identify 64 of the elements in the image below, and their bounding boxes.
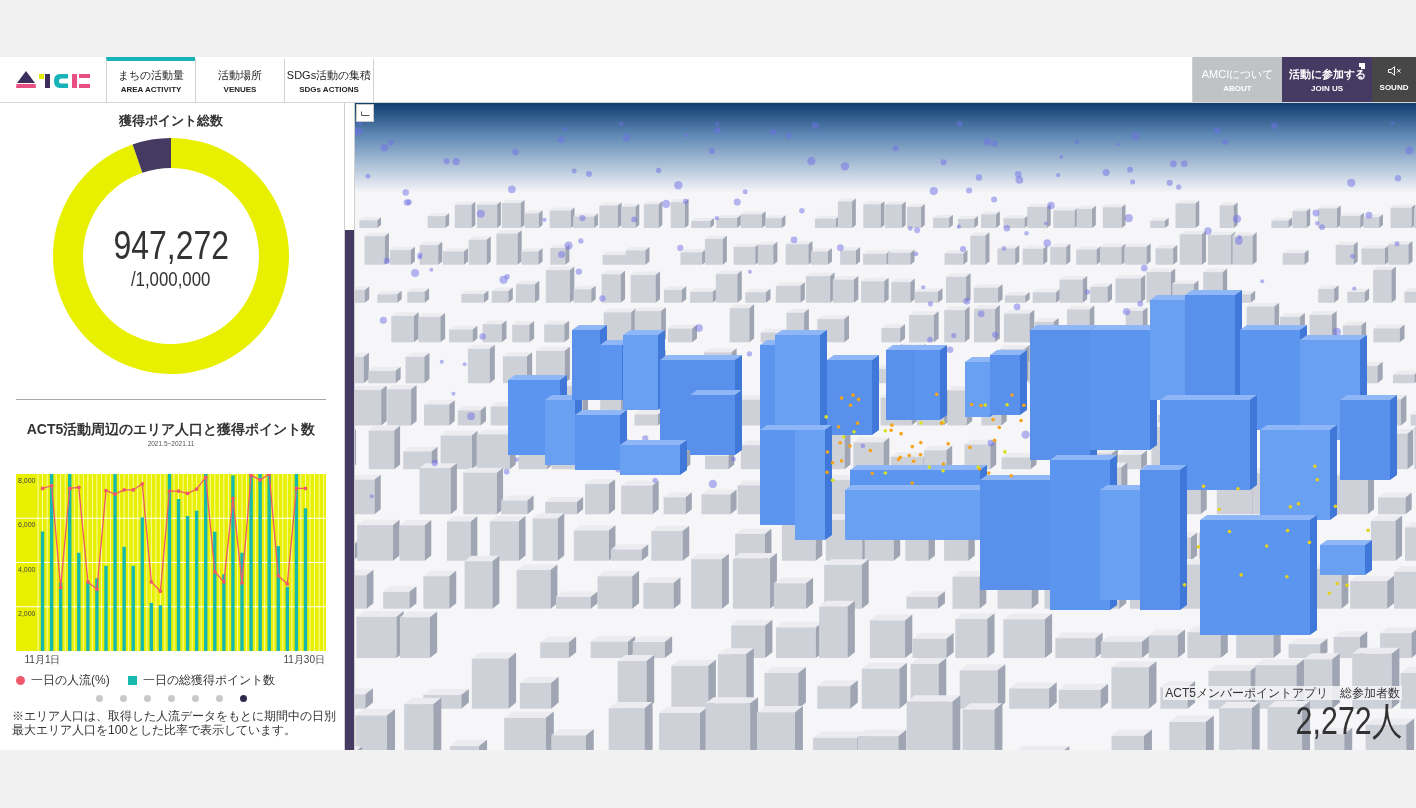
points-goal: /1,000,000 <box>131 267 211 290</box>
legend-label: 一日の人流(%) <box>31 673 110 687</box>
nav-tab[interactable]: まちの活動量 AREA ACTIVITY <box>106 57 195 102</box>
collapse-icon <box>360 110 370 116</box>
line-point <box>203 475 208 480</box>
line-point <box>221 580 226 584</box>
participants-label: ACT5メンバーポイントアプリ 総参加者数 <box>1163 686 1402 700</box>
line-point <box>140 482 145 486</box>
page-dot[interactable] <box>191 695 199 702</box>
page-dot[interactable] <box>239 695 247 702</box>
line-point <box>212 569 217 574</box>
line-point <box>131 488 136 492</box>
line-point <box>58 585 63 590</box>
line-point <box>49 483 54 488</box>
line-point <box>95 587 99 592</box>
line-point <box>104 488 108 493</box>
line-point <box>158 589 163 594</box>
chart-bar <box>158 605 163 651</box>
line-point <box>76 485 81 490</box>
chart-bar <box>149 603 154 651</box>
participants-count: 2,272人 <box>1295 701 1402 741</box>
nav-tab[interactable]: SDGs活動の集積 SDGs ACTIONS <box>284 57 374 102</box>
page-dot[interactable] <box>119 695 127 702</box>
chart-bar <box>285 586 290 651</box>
line-point <box>267 474 272 476</box>
chart-bar <box>58 582 63 651</box>
line-point <box>194 487 199 491</box>
line-point <box>67 486 72 491</box>
line-point <box>258 478 263 482</box>
page-dot[interactable] <box>95 695 103 702</box>
sound-button[interactable]: SOUND <box>1372 57 1416 102</box>
scrollbar-thumb[interactable] <box>345 230 354 750</box>
line-point <box>113 492 117 497</box>
window-icon <box>1359 63 1365 69</box>
axis-tick-label: 11月30日 <box>283 654 325 665</box>
points-total: 947,272 <box>113 224 229 266</box>
footnote: ※エリア人口は、取得した人流データをもとに期間中の日別最大エリア人口を100とした比率で表示しています。 <box>12 709 337 737</box>
line-point <box>276 573 281 578</box>
speaker-muted-icon <box>1387 66 1401 76</box>
page-dot[interactable] <box>167 695 175 702</box>
points-title: 獲得ポイント総数 <box>119 113 223 128</box>
line-point <box>185 491 190 496</box>
line-point <box>85 580 90 584</box>
city-map-drawing[interactable] <box>355 103 1416 750</box>
line-point <box>294 486 299 491</box>
line-point <box>285 582 290 586</box>
line-point <box>249 474 253 478</box>
join-button[interactable]: 活動に参加する JOIN US <box>1282 57 1372 102</box>
line-point <box>303 486 308 491</box>
line-point <box>176 489 181 493</box>
panel-toggle-button[interactable] <box>356 104 374 122</box>
line-point <box>122 488 127 492</box>
axis-tick-label: 11月1日 <box>24 654 61 665</box>
line-point <box>167 489 172 493</box>
line-point <box>149 580 154 584</box>
legend-label: 一日の総獲得ポイント数 <box>142 673 275 687</box>
page-dot[interactable] <box>143 695 151 702</box>
chart-bar <box>86 581 90 651</box>
page-dot[interactable] <box>215 695 223 702</box>
chart-title: ACT5活動周辺のエリア人口と獲得ポイント数 <box>26 421 316 438</box>
line-point <box>40 486 45 491</box>
line-point <box>240 580 244 585</box>
logo-icon <box>16 71 90 88</box>
line-point <box>231 496 235 501</box>
